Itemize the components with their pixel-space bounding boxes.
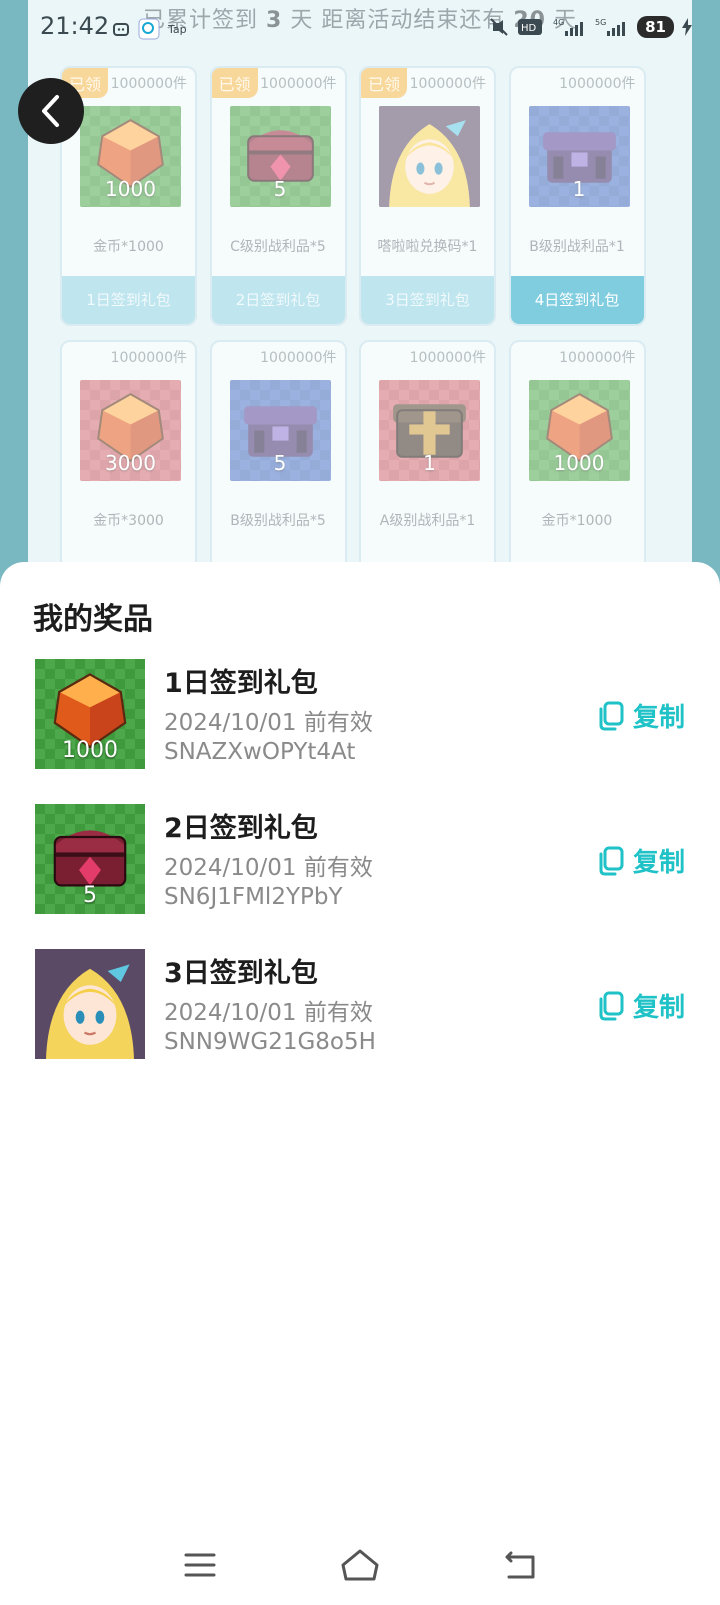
copy-icon [599, 991, 624, 1020]
prize-expiry: 2024/10/01 前有效 [164, 710, 373, 736]
prize-expiry: 2024/10/01 前有效 [164, 1000, 373, 1026]
back-nav-button[interactable] [495, 1540, 545, 1590]
svg-text:Tap: Tap [168, 23, 187, 36]
signal-4g-icon: 4G [553, 18, 584, 36]
charging-icon [682, 18, 692, 36]
chevron-left-icon [42, 95, 59, 127]
prize-item: 3日签到礼包 2024/10/01 前有效 SNN9WG21G8o5H 复制 [35, 949, 685, 1059]
redeem-code: SNN9WG21G8o5H [164, 1029, 376, 1055]
taptap-icon [138, 18, 160, 40]
home-button[interactable] [335, 1540, 385, 1590]
prize-item: 5 2日签到礼包 2024/10/01 前有效 SN6J1FMl2YPbY 复制 [35, 804, 685, 914]
copy-label: 复制 [632, 993, 685, 1023]
menu-button[interactable] [175, 1540, 225, 1590]
prize-name: 1日签到礼包 [164, 668, 318, 699]
prize-quantity: 1000 [62, 738, 118, 763]
svg-text:4G: 4G [553, 18, 564, 27]
copy-icon [599, 701, 624, 730]
signal-5g-icon: 5G [595, 18, 626, 36]
prize-image [35, 949, 145, 1059]
redeem-code: SNAZXwOPYt4At [164, 739, 356, 765]
copy-label: 复制 [632, 703, 685, 733]
prize-image: 5 [35, 804, 145, 914]
home-icon [341, 1549, 379, 1581]
prize-image: 1000 [35, 659, 145, 769]
copy-button[interactable]: 复制 [595, 987, 685, 1024]
menu-icon [184, 1553, 216, 1577]
status-right-icons: HD 4G 5G 81 [489, 16, 692, 38]
copy-button[interactable]: 复制 [595, 842, 685, 879]
mute-icon [490, 18, 508, 36]
status-left-icons: Tap [112, 18, 192, 40]
system-nav-bar [0, 1540, 720, 1590]
status-bar: 21:42 Tap HD 4G 5G 81 [0, 8, 720, 48]
copy-icon [599, 846, 624, 875]
back-nav-icon [505, 1551, 535, 1579]
status-time: 21:42 [40, 12, 110, 40]
svg-text:HD: HD [521, 23, 537, 34]
sheet-title: 我的奖品 [33, 602, 153, 637]
tap-icon: Tap [168, 23, 187, 36]
activity-page-background: 已累计签到 3 天 距离活动结束还有 20 天 1000000件已领1000金币… [0, 0, 720, 600]
back-button[interactable] [18, 78, 84, 144]
modal-overlay[interactable] [0, 0, 720, 600]
battery-indicator: 81 [637, 16, 674, 38]
redeem-code: SN6J1FMl2YPbY [164, 884, 343, 910]
prize-expiry: 2024/10/01 前有效 [164, 855, 373, 881]
copy-button[interactable]: 复制 [595, 697, 685, 734]
svg-text:5G: 5G [595, 18, 606, 27]
prize-item: 1000 1日签到礼包 2024/10/01 前有效 SNAZXwOPYt4At 复制 [35, 659, 685, 769]
copy-label: 复制 [632, 848, 685, 878]
hd-icon: HD [518, 19, 543, 35]
prize-name: 2日签到礼包 [164, 813, 318, 844]
prize-name: 3日签到礼包 [164, 958, 318, 989]
prize-quantity: 5 [83, 883, 97, 908]
my-prizes-sheet: 我的奖品 1000 1日签到礼包 2024/10/01 前有效 SNAZXwOPYt4… [0, 562, 720, 1605]
bilibili-icon [113, 23, 129, 36]
